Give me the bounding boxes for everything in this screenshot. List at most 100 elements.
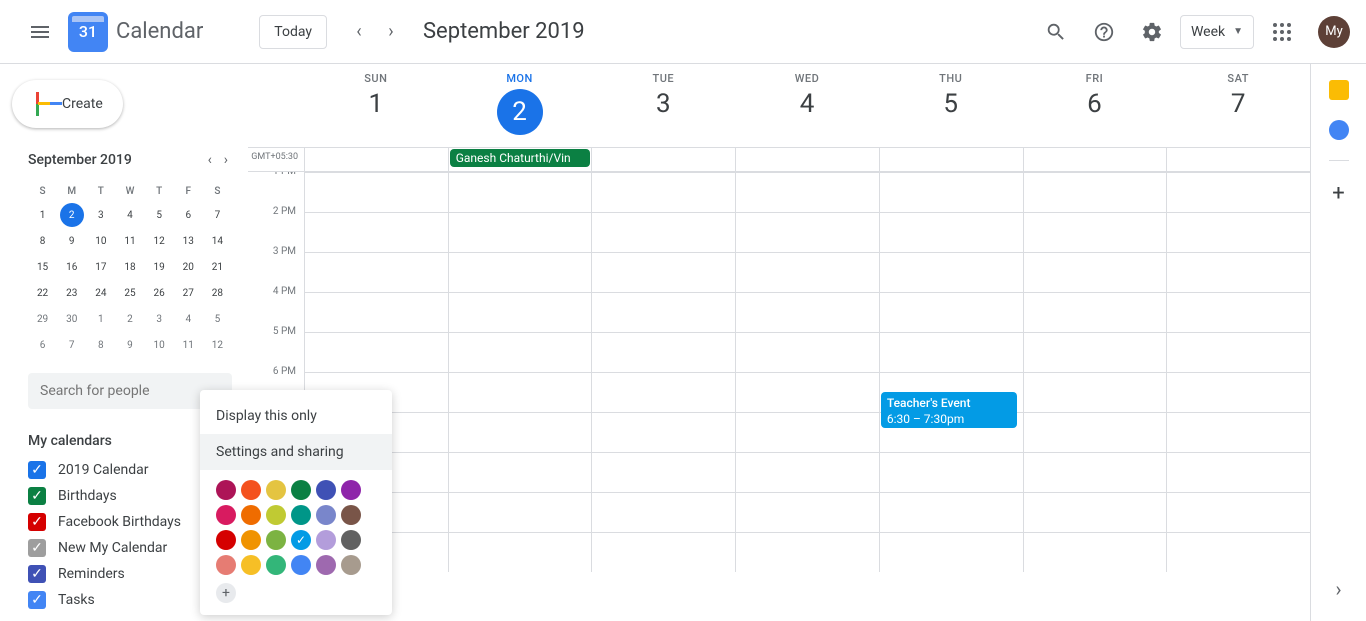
mini-day[interactable]: 8: [31, 229, 55, 253]
allday-cell[interactable]: [1023, 148, 1167, 171]
color-option[interactable]: [316, 555, 336, 575]
add-custom-color[interactable]: +: [216, 583, 236, 603]
time-cell[interactable]: [448, 173, 592, 212]
tasks-icon[interactable]: [1329, 120, 1349, 140]
color-option[interactable]: ✓: [291, 530, 311, 550]
mini-day[interactable]: 12: [147, 229, 171, 253]
day-header[interactable]: MON2: [448, 64, 592, 147]
time-cell[interactable]: [448, 453, 592, 492]
mini-day[interactable]: 26: [147, 281, 171, 305]
color-option[interactable]: [341, 505, 361, 525]
mini-day[interactable]: 27: [176, 281, 200, 305]
color-option[interactable]: [291, 505, 311, 525]
time-cell[interactable]: [448, 533, 592, 572]
mini-day[interactable]: 30: [60, 307, 84, 331]
time-cell[interactable]: [448, 333, 592, 372]
time-cell[interactable]: [448, 493, 592, 532]
time-cell[interactable]: [591, 173, 735, 212]
time-cell[interactable]: [735, 333, 879, 372]
color-option[interactable]: [216, 480, 236, 500]
view-selector[interactable]: Week ▼: [1180, 15, 1254, 49]
mini-day[interactable]: 3: [147, 307, 171, 331]
mini-day[interactable]: 21: [205, 255, 229, 279]
time-cell[interactable]: [735, 413, 879, 452]
time-cell[interactable]: [735, 213, 879, 252]
color-option[interactable]: [266, 530, 286, 550]
time-cell[interactable]: [448, 213, 592, 252]
mini-day[interactable]: 22: [31, 281, 55, 305]
time-cell[interactable]: [1166, 213, 1310, 252]
mini-day[interactable]: 19: [147, 255, 171, 279]
color-option[interactable]: [216, 505, 236, 525]
color-option[interactable]: [291, 480, 311, 500]
color-option[interactable]: [241, 505, 261, 525]
mini-day[interactable]: 12: [205, 333, 229, 357]
allday-cell[interactable]: Ganesh Chaturthi/Vin: [448, 148, 592, 171]
mini-day[interactable]: 29: [31, 307, 55, 331]
google-apps-icon[interactable]: [1262, 12, 1302, 52]
time-cell[interactable]: [591, 533, 735, 572]
mini-day[interactable]: 18: [118, 255, 142, 279]
mini-next-button[interactable]: ›: [220, 148, 232, 172]
color-option[interactable]: [266, 480, 286, 500]
day-header[interactable]: SUN1: [304, 64, 448, 147]
time-cell[interactable]: [304, 173, 448, 212]
time-cell[interactable]: [879, 453, 1023, 492]
keep-icon[interactable]: [1329, 80, 1349, 100]
time-cell[interactable]: [1023, 293, 1167, 332]
mini-day[interactable]: 3: [89, 203, 113, 227]
time-cell[interactable]: [591, 453, 735, 492]
search-icon[interactable]: [1036, 12, 1076, 52]
time-cell[interactable]: [879, 213, 1023, 252]
mini-day[interactable]: 23: [60, 281, 84, 305]
mini-prev-button[interactable]: ‹: [204, 148, 216, 172]
color-option[interactable]: [316, 505, 336, 525]
color-option[interactable]: [316, 530, 336, 550]
color-option[interactable]: [341, 555, 361, 575]
time-cell[interactable]: [1166, 413, 1310, 452]
calendar-checkbox[interactable]: ✓: [28, 461, 46, 479]
color-option[interactable]: [266, 555, 286, 575]
time-cell[interactable]: [591, 493, 735, 532]
time-cell[interactable]: [304, 293, 448, 332]
mini-day[interactable]: 6: [176, 203, 200, 227]
mini-day[interactable]: 16: [60, 255, 84, 279]
mini-day[interactable]: 10: [89, 229, 113, 253]
time-cell[interactable]: [448, 253, 592, 292]
time-cell[interactable]: [735, 173, 879, 212]
time-cell[interactable]: [1023, 253, 1167, 292]
time-cell[interactable]: [1166, 293, 1310, 332]
mini-day[interactable]: 11: [176, 333, 200, 357]
time-cell[interactable]: [591, 253, 735, 292]
mini-day[interactable]: 2: [118, 307, 142, 331]
calendar-checkbox[interactable]: ✓: [28, 565, 46, 583]
settings-sharing-item[interactable]: Settings and sharing: [200, 434, 392, 470]
time-grid[interactable]: 1 PM2 PM3 PM4 PM5 PM6 PM7 PM8 PM9 PM10 P…: [248, 172, 1310, 621]
time-cell[interactable]: [1166, 453, 1310, 492]
allday-event[interactable]: Ganesh Chaturthi/Vin: [450, 149, 591, 167]
color-option[interactable]: [216, 530, 236, 550]
time-cell[interactable]: [879, 333, 1023, 372]
color-option[interactable]: [241, 480, 261, 500]
day-header[interactable]: FRI6: [1023, 64, 1167, 147]
mini-day[interactable]: 2: [60, 203, 84, 227]
mini-day[interactable]: 15: [31, 255, 55, 279]
mini-day[interactable]: 5: [147, 203, 171, 227]
color-option[interactable]: [316, 480, 336, 500]
color-option[interactable]: [266, 505, 286, 525]
time-cell[interactable]: [735, 453, 879, 492]
time-cell[interactable]: [304, 333, 448, 372]
mini-day[interactable]: 4: [176, 307, 200, 331]
display-only-item[interactable]: Display this only: [200, 398, 392, 434]
time-cell[interactable]: [879, 253, 1023, 292]
time-cell[interactable]: [1166, 253, 1310, 292]
time-cell[interactable]: [879, 293, 1023, 332]
color-option[interactable]: [241, 555, 261, 575]
allday-cell[interactable]: [735, 148, 879, 171]
time-cell[interactable]: [735, 293, 879, 332]
time-cell[interactable]: [735, 253, 879, 292]
time-cell[interactable]: [591, 293, 735, 332]
time-cell[interactable]: [1166, 493, 1310, 532]
time-cell[interactable]: [735, 533, 879, 572]
time-cell[interactable]: [591, 333, 735, 372]
